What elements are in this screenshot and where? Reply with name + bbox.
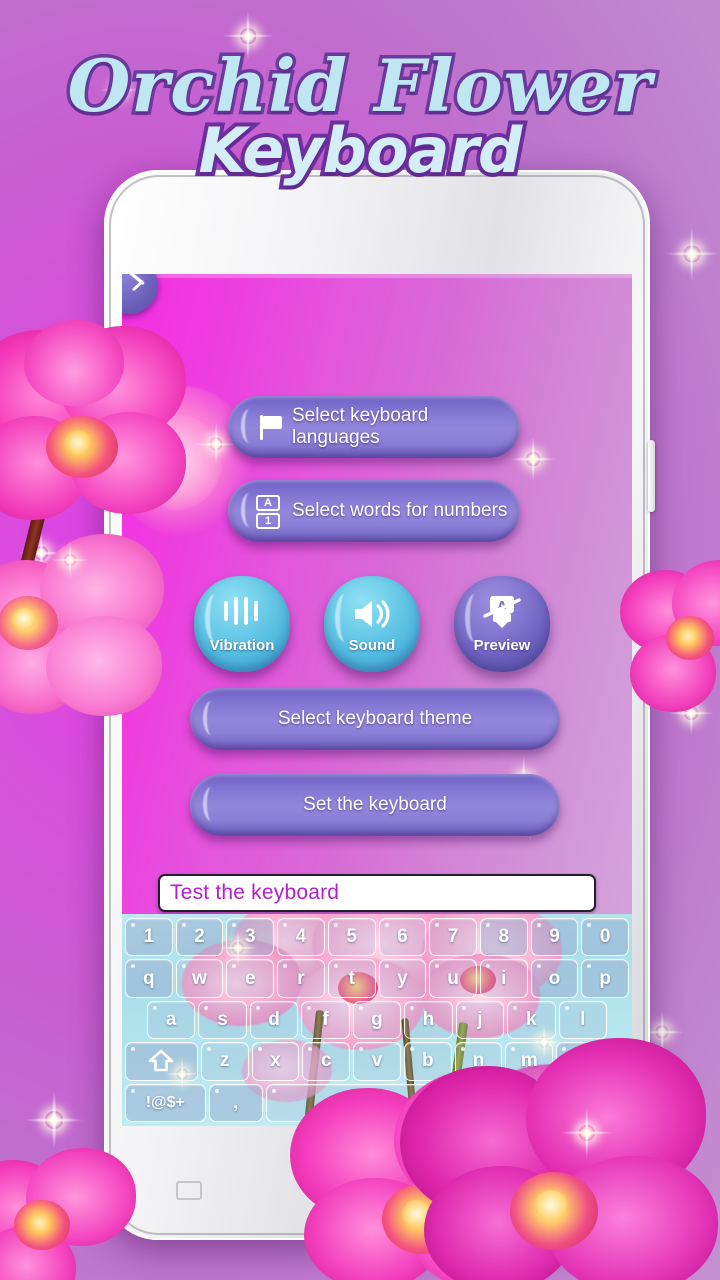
key-y[interactable]: y <box>378 959 427 998</box>
select-keyboard-languages-label: Select keyboard languages <box>292 405 429 448</box>
key-t[interactable]: t <box>327 959 376 998</box>
key-5[interactable]: 5 <box>327 918 376 957</box>
select-keyboard-theme-label: Select keyboard theme <box>277 708 473 729</box>
preview-toggle-button[interactable]: A Preview <box>454 576 550 672</box>
test-keyboard-input-value: Test the keyboard <box>170 881 340 904</box>
key-j[interactable]: j <box>455 1000 505 1040</box>
symbols-key[interactable]: !@$+ <box>125 1083 206 1123</box>
flag-icon <box>258 415 284 441</box>
key-b[interactable]: b <box>403 1042 452 1081</box>
key-preview-off-icon: A <box>482 594 522 630</box>
sound-toggle-label: Sound <box>348 637 396 654</box>
key-3[interactable]: 3 <box>226 918 275 957</box>
key-7[interactable]: 7 <box>429 918 477 957</box>
keyboard-row-bottom: z x c v b n m <box>125 1042 630 1081</box>
key-h[interactable]: h <box>404 1000 453 1040</box>
key-v[interactable]: v <box>353 1042 401 1081</box>
keyboard-row-home: a s d f g h j k l <box>125 1000 629 1040</box>
key-x[interactable]: x <box>251 1042 300 1081</box>
key-r[interactable]: r <box>277 959 325 998</box>
select-keyboard-theme-button[interactable]: Select keyboard theme <box>190 688 560 750</box>
sparkle <box>668 690 714 736</box>
key-1[interactable]: 1 <box>125 918 173 957</box>
key-8[interactable]: 8 <box>479 918 528 957</box>
vibration-toggle-label: Vibration <box>209 637 275 654</box>
set-the-keyboard-button[interactable]: Set the keyboard <box>190 774 560 836</box>
phone-screen: Select keyboard languages A 1 Select wor… <box>122 274 632 1126</box>
select-keyboard-languages-button[interactable]: Select keyboard languages <box>228 396 520 458</box>
home-button[interactable] <box>329 1172 425 1214</box>
key-p[interactable]: p <box>581 959 630 998</box>
key-l[interactable]: l <box>558 1000 607 1040</box>
power-button[interactable] <box>648 440 655 512</box>
speaker-icon <box>352 598 392 630</box>
status-bar <box>122 274 632 278</box>
sparkle <box>664 226 720 282</box>
app-title-line1: Orchid Flower <box>64 43 655 128</box>
virtual-keyboard: 1 2 3 4 5 6 7 8 9 0 q w e r t y u i o p … <box>122 914 632 1126</box>
key-z[interactable]: z <box>200 1042 249 1081</box>
sound-toggle-button[interactable]: Sound <box>324 576 420 672</box>
select-words-for-numbers-button[interactable]: A 1 Select words for numbers <box>228 480 520 542</box>
enter-icon <box>576 1093 602 1113</box>
key-w[interactable]: w <box>175 959 224 998</box>
phone-device: Select keyboard languages A 1 Select wor… <box>104 170 655 1240</box>
a1-icon: A 1 <box>256 495 282 529</box>
shift-icon <box>148 1049 174 1073</box>
keyboard-row-numbers: 1 2 3 4 5 6 7 8 9 0 <box>125 918 630 957</box>
backspace-key[interactable] <box>556 1042 630 1081</box>
key-c[interactable]: c <box>302 1042 351 1081</box>
vibration-toggle-button[interactable]: Vibration <box>194 576 290 672</box>
period-key[interactable]: . <box>491 1083 546 1123</box>
backspace-icon <box>578 1051 608 1071</box>
key-s[interactable]: s <box>198 1000 247 1040</box>
key-e[interactable]: e <box>226 959 275 998</box>
space-key[interactable] <box>265 1083 489 1123</box>
key-6[interactable]: 6 <box>378 918 427 957</box>
key-9[interactable]: 9 <box>530 918 579 957</box>
key-d[interactable]: d <box>249 1000 299 1040</box>
key-a[interactable]: a <box>147 1000 196 1040</box>
key-g[interactable]: g <box>352 1000 402 1040</box>
screen-background-flower-inner <box>130 414 222 510</box>
recents-button[interactable] <box>176 1181 202 1200</box>
test-keyboard-input[interactable]: Test the keyboard <box>158 874 596 912</box>
key-m[interactable]: m <box>505 1042 554 1081</box>
vibration-icon <box>220 594 264 630</box>
sparkle <box>24 1090 84 1150</box>
key-q[interactable]: q <box>125 959 173 998</box>
key-u[interactable]: u <box>429 959 477 998</box>
key-o[interactable]: o <box>530 959 579 998</box>
key-k[interactable]: k <box>507 1000 556 1040</box>
sparkle <box>50 540 90 580</box>
enter-key[interactable] <box>548 1083 630 1123</box>
shift-key[interactable] <box>125 1042 198 1081</box>
keyboard-row-top: q w e r t y u i o p <box>125 959 630 998</box>
comma-key[interactable]: , <box>208 1083 263 1123</box>
orchid-stem-left <box>16 452 61 582</box>
keyboard-row-function: !@$+ , . <box>125 1083 630 1123</box>
keyboard-rows: 1 2 3 4 5 6 7 8 9 0 q w e r t y u i o p … <box>122 914 632 1126</box>
select-words-for-numbers-label: Select words for numbers <box>292 500 508 521</box>
key-n[interactable]: n <box>454 1042 503 1081</box>
set-the-keyboard-label: Set the keyboard <box>303 794 447 815</box>
preview-toggle-label: Preview <box>473 637 531 654</box>
app-title: Orchid Flower Keyboard <box>0 43 720 188</box>
key-2[interactable]: 2 <box>175 918 224 957</box>
key-i[interactable]: i <box>479 959 528 998</box>
key-f[interactable]: f <box>301 1000 350 1040</box>
key-0[interactable]: 0 <box>581 918 630 957</box>
key-4[interactable]: 4 <box>277 918 325 957</box>
space-icon <box>359 1097 395 1109</box>
